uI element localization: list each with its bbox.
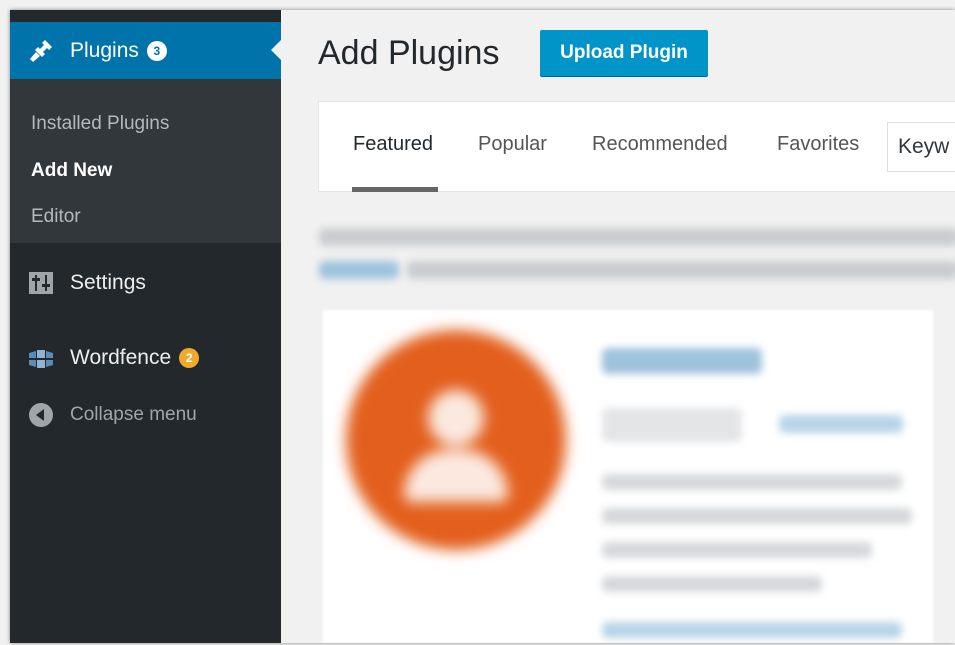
sidebar-item-settings[interactable]: Settings (10, 263, 281, 303)
update-count-badge: 2 (179, 348, 200, 368)
current-menu-arrow (271, 40, 281, 60)
search-input[interactable] (887, 122, 955, 172)
collapse-menu-button[interactable]: Collapse menu (10, 395, 281, 435)
settings-icon (28, 270, 54, 296)
sidebar-item-label: Collapse menu (70, 404, 197, 425)
blurred-description-line (407, 261, 955, 279)
plugin-icon (28, 38, 54, 64)
wordfence-icon (28, 345, 54, 371)
plugin-filter-bar: Featured Popular Recommended Favorites (318, 101, 955, 192)
plugin-icon-body (404, 450, 508, 502)
tab-recommended[interactable]: Recommended (592, 133, 728, 156)
page-title: Add Plugins (318, 34, 500, 72)
main-content: Add Plugins Upload Plugin Featured Popul… (281, 10, 955, 643)
update-count-badge: 3 (146, 40, 167, 61)
blurred-link (319, 261, 399, 279)
submenu-item-installed-plugins[interactable]: Installed Plugins (31, 113, 169, 135)
tab-popular[interactable]: Popular (478, 133, 547, 156)
blurred-plugin-name (602, 348, 762, 374)
blurred-card-text (602, 576, 822, 592)
blurred-card-text (602, 474, 902, 490)
plugin-icon-head (428, 390, 484, 446)
blurred-author-link (602, 622, 902, 638)
screenshot-frame: Plugins 3 Installed Plugins Add New Edit… (10, 10, 955, 643)
sidebar-item-wordfence[interactable]: Wordfence 2 (10, 338, 281, 378)
blurred-card-text (602, 542, 872, 558)
blurred-install-button (602, 408, 742, 442)
sidebar-item-label: Plugins (70, 38, 139, 62)
blurred-description-line (319, 228, 955, 246)
blurred-details-link (779, 415, 903, 433)
admin-bar (10, 10, 281, 22)
active-tab-indicator (352, 187, 438, 192)
blurred-card-text (602, 508, 912, 524)
submenu-item-editor[interactable]: Editor (31, 206, 81, 228)
sidebar-item-plugins[interactable]: Plugins 3 (10, 22, 281, 79)
tab-featured[interactable]: Featured (353, 133, 433, 156)
plugin-card-icon (346, 330, 566, 550)
submenu-item-add-new[interactable]: Add New (31, 160, 112, 182)
tab-favorites[interactable]: Favorites (777, 133, 859, 156)
upload-plugin-button[interactable]: Upload Plugin (540, 30, 708, 76)
sidebar-item-label: Wordfence (70, 346, 172, 369)
collapse-icon (28, 402, 54, 428)
plugins-submenu: Installed Plugins Add New Editor (10, 79, 281, 243)
sidebar-item-label: Settings (70, 271, 146, 294)
admin-sidebar: Plugins 3 Installed Plugins Add New Edit… (10, 22, 281, 643)
